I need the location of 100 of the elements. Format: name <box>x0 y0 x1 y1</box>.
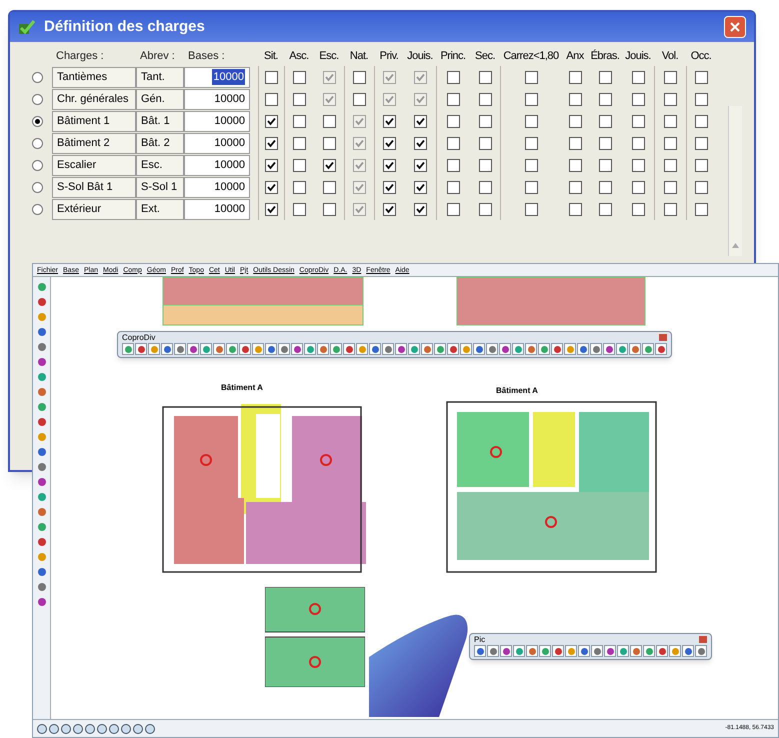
tool-button[interactable] <box>590 343 602 355</box>
tool-button[interactable] <box>187 343 199 355</box>
radio-button[interactable] <box>32 116 42 126</box>
checkbox[interactable] <box>525 114 538 128</box>
tool-button[interactable] <box>525 343 537 355</box>
charge-name-field[interactable]: Chr. générales <box>52 88 136 110</box>
checkbox[interactable] <box>695 92 708 106</box>
tool-button[interactable] <box>630 645 642 657</box>
radio-button[interactable] <box>32 94 42 104</box>
charge-name-field[interactable]: Escalier <box>52 154 136 176</box>
checkbox[interactable] <box>632 114 644 128</box>
tool-button[interactable] <box>226 343 238 355</box>
checkbox[interactable] <box>568 136 582 150</box>
charge-name-field[interactable]: S-Sol Bât 1 <box>52 176 136 198</box>
tool-button[interactable] <box>304 343 316 355</box>
tool-button[interactable] <box>265 343 277 355</box>
checkbox[interactable] <box>322 202 336 216</box>
tool-button[interactable] <box>643 645 655 657</box>
checkbox[interactable] <box>265 202 278 216</box>
checkbox[interactable] <box>598 136 612 150</box>
checkbox[interactable] <box>632 70 644 84</box>
checkbox[interactable] <box>632 136 644 150</box>
checkbox[interactable] <box>293 180 306 194</box>
checkbox[interactable] <box>447 158 460 172</box>
tool-button[interactable] <box>460 343 472 355</box>
tool-button[interactable] <box>500 645 512 657</box>
base-field[interactable]: 10000 <box>184 176 250 198</box>
tool-button[interactable] <box>655 343 667 355</box>
checkbox[interactable] <box>383 180 396 194</box>
tool-button[interactable] <box>36 296 48 308</box>
checkbox[interactable] <box>568 158 582 172</box>
checkbox[interactable] <box>265 180 278 194</box>
checkbox[interactable] <box>293 158 306 172</box>
abbreviation-field[interactable]: Esc. <box>136 154 184 176</box>
checkbox[interactable] <box>695 114 708 128</box>
tool-button[interactable] <box>200 343 212 355</box>
tool-button[interactable] <box>617 645 629 657</box>
scrollbar[interactable] <box>728 106 742 256</box>
checkbox[interactable] <box>293 114 306 128</box>
checkbox[interactable] <box>478 180 492 194</box>
checkbox[interactable] <box>478 114 492 128</box>
checkbox[interactable] <box>632 180 644 194</box>
tool-button[interactable] <box>36 581 48 593</box>
tool-button[interactable] <box>36 566 48 578</box>
tool-button[interactable] <box>36 506 48 518</box>
tool-button[interactable] <box>538 343 550 355</box>
checkbox[interactable] <box>353 92 366 106</box>
checkbox[interactable] <box>265 136 278 150</box>
base-field[interactable]: 10000 <box>184 88 250 110</box>
checkbox[interactable] <box>265 92 278 106</box>
tool-button[interactable] <box>36 341 48 353</box>
checkbox[interactable] <box>598 114 612 128</box>
checkbox[interactable] <box>478 202 492 216</box>
tool-button[interactable] <box>317 343 329 355</box>
tool-button[interactable] <box>564 343 576 355</box>
checkbox[interactable] <box>265 114 278 128</box>
checkbox[interactable] <box>383 136 396 150</box>
charge-name-field[interactable]: Extérieur <box>52 198 136 220</box>
checkbox[interactable] <box>664 70 677 84</box>
tool-button[interactable] <box>486 343 498 355</box>
tool-button[interactable] <box>474 645 486 657</box>
tool-button[interactable] <box>552 645 564 657</box>
checkbox[interactable] <box>598 158 612 172</box>
base-field[interactable]: 10000 <box>184 132 250 154</box>
checkbox[interactable] <box>632 158 644 172</box>
tool-button[interactable] <box>603 343 615 355</box>
checkbox[interactable] <box>322 136 336 150</box>
checkbox[interactable] <box>478 70 492 84</box>
checkbox[interactable] <box>447 92 460 106</box>
checkbox[interactable] <box>383 202 396 216</box>
checkbox[interactable] <box>353 70 366 84</box>
checkbox[interactable] <box>525 202 538 216</box>
tool-button[interactable] <box>434 343 446 355</box>
checkbox[interactable] <box>598 70 612 84</box>
tool-button[interactable] <box>148 343 160 355</box>
tool-button[interactable] <box>642 343 654 355</box>
tool-button[interactable] <box>278 343 290 355</box>
checkbox[interactable] <box>568 114 582 128</box>
checkbox[interactable] <box>265 158 278 172</box>
tool-button[interactable] <box>239 343 251 355</box>
checkbox[interactable] <box>414 202 426 216</box>
checkbox[interactable] <box>478 92 492 106</box>
tool-button[interactable] <box>656 645 668 657</box>
checkbox[interactable] <box>525 92 538 106</box>
radio-button[interactable] <box>32 182 42 192</box>
checkbox[interactable] <box>664 158 677 172</box>
tool-button[interactable] <box>565 645 577 657</box>
checkbox[interactable] <box>695 136 708 150</box>
checkbox[interactable] <box>664 114 677 128</box>
tool-button[interactable] <box>36 416 48 428</box>
base-field[interactable]: 10000 <box>184 154 250 176</box>
checkbox[interactable] <box>293 202 306 216</box>
base-field[interactable]: 10000 <box>184 110 250 132</box>
checkbox[interactable] <box>664 136 677 150</box>
tool-button[interactable] <box>382 343 394 355</box>
tool-button[interactable] <box>395 343 407 355</box>
checkbox[interactable] <box>447 136 460 150</box>
checkbox[interactable] <box>568 202 582 216</box>
radio-button[interactable] <box>32 72 42 82</box>
checkbox[interactable] <box>598 202 612 216</box>
